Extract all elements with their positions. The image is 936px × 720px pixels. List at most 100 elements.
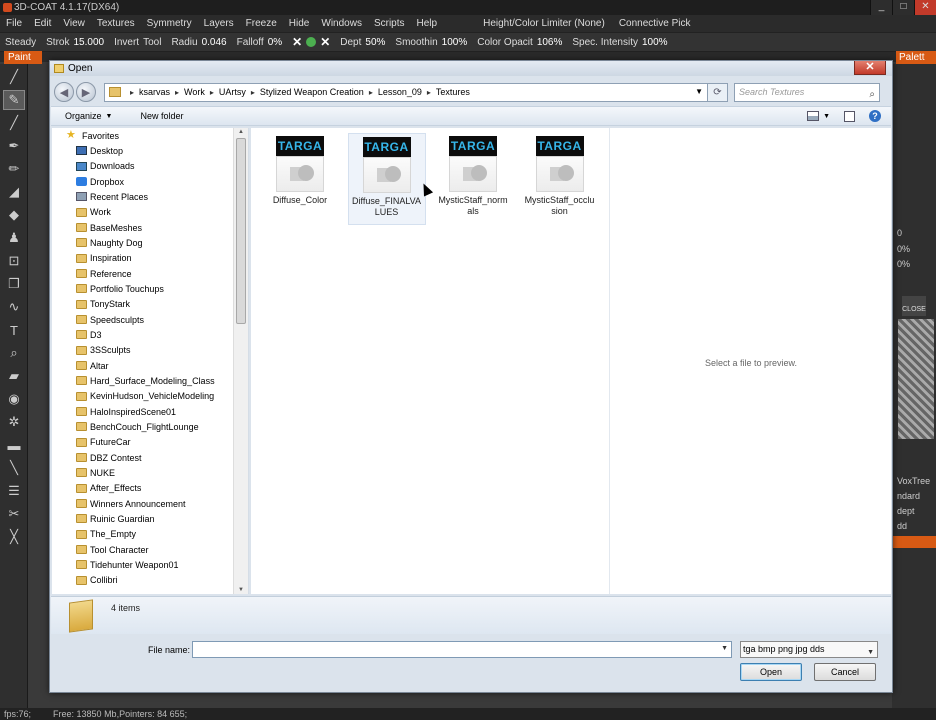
- organize-button[interactable]: Organize ▼: [51, 111, 126, 121]
- smoothing-field[interactable]: Smoothin 100%: [395, 37, 467, 48]
- breadcrumb-work[interactable]: Work: [184, 87, 205, 97]
- radius-field[interactable]: Radiu 0.046: [171, 37, 226, 48]
- depth-dropdown[interactable]: dept: [897, 506, 915, 516]
- menu-layers[interactable]: Layers: [198, 18, 240, 29]
- picker-icon[interactable]: ⌕: [3, 343, 25, 363]
- breadcrumb-lesson-09[interactable]: Lesson_09: [378, 87, 422, 97]
- help-icon[interactable]: ?: [869, 110, 881, 122]
- menu-help[interactable]: Help: [411, 18, 444, 29]
- needle-icon[interactable]: ╲: [3, 458, 25, 478]
- stack-icon[interactable]: ☰: [3, 481, 25, 501]
- back-button[interactable]: ◀: [54, 82, 74, 102]
- cross-icon[interactable]: ✕: [320, 35, 330, 49]
- refresh-button[interactable]: ⟳: [708, 82, 728, 102]
- nav-item-tool-character[interactable]: Tool Character: [52, 542, 248, 557]
- menu-hide[interactable]: Hide: [283, 18, 316, 29]
- address-bar[interactable]: ▸ ksarvas ▸ Work ▸ UArtsy ▸ Stylized Wea…: [104, 82, 708, 102]
- chevron-down-icon[interactable]: ▼: [721, 645, 728, 652]
- add-dropdown[interactable]: dd: [897, 521, 907, 531]
- nav-item-3ssculpts[interactable]: 3SSculpts: [52, 343, 248, 358]
- nav-item-basemeshes[interactable]: BaseMeshes: [52, 220, 248, 235]
- curve-icon[interactable]: ∿: [3, 297, 25, 317]
- nav-item-work[interactable]: Work: [52, 205, 248, 220]
- palette-tab[interactable]: Palett: [896, 51, 936, 64]
- nav-item-speedsculpts[interactable]: Speedsculpts: [52, 312, 248, 327]
- file-item[interactable]: TARGA MysticStaff_occlusion: [521, 133, 599, 225]
- menu-edit[interactable]: Edit: [28, 18, 57, 29]
- ruler-icon[interactable]: ╳: [3, 527, 25, 547]
- color-opacity-field[interactable]: Color Opacit 106%: [477, 37, 562, 48]
- change-view-button[interactable]: ▼: [807, 111, 830, 121]
- menu-file[interactable]: File: [0, 18, 28, 29]
- brush-tool-icon[interactable]: ╱: [3, 67, 25, 87]
- spec-intensity-field[interactable]: Spec. Intensity 100%: [572, 37, 667, 48]
- eye-icon[interactable]: ◉: [3, 389, 25, 409]
- smudge-icon[interactable]: ◢: [3, 182, 25, 202]
- stroke-field[interactable]: Strok 15.000: [46, 37, 104, 48]
- minimize-button[interactable]: _: [870, 0, 892, 15]
- breadcrumb-stylized-weapon-creation[interactable]: Stylized Weapon Creation: [260, 87, 364, 97]
- file-type-select[interactable]: tga bmp png jpg dds ▼: [740, 641, 878, 658]
- nav-item-ruinic-guardian[interactable]: Ruinic Guardian: [52, 511, 248, 526]
- pen-tool-icon[interactable]: ╱: [3, 113, 25, 133]
- cancel-button[interactable]: Cancel: [814, 663, 876, 681]
- voxtree-label[interactable]: VoxTree: [897, 476, 930, 486]
- transform-icon[interactable]: ⊡: [3, 251, 25, 271]
- connective-pick-dropdown[interactable]: Connective Pick: [619, 18, 691, 29]
- file-item[interactable]: TARGA Diffuse_Color: [261, 133, 339, 225]
- steady-toggle[interactable]: Steady: [5, 37, 36, 48]
- nav-item-portfolio-touchups[interactable]: Portfolio Touchups: [52, 281, 248, 296]
- nav-item-after-effects[interactable]: After_Effects: [52, 481, 248, 496]
- nav-item-naughty-dog[interactable]: Naughty Dog: [52, 235, 248, 250]
- menu-symmetry[interactable]: Symmetry: [141, 18, 198, 29]
- falloff-field[interactable]: Falloff 0%: [237, 37, 283, 48]
- close-app-button[interactable]: ✕: [914, 0, 936, 15]
- menu-freeze[interactable]: Freeze: [240, 18, 283, 29]
- nav-item-collibri[interactable]: Collibri: [52, 573, 248, 588]
- eraser-icon[interactable]: ▰: [3, 366, 25, 386]
- copy-icon[interactable]: ❐: [3, 274, 25, 294]
- search-input[interactable]: Search Textures ⌕: [734, 82, 880, 103]
- stamp-icon[interactable]: ♟: [3, 228, 25, 248]
- pencil-icon[interactable]: ✏: [3, 159, 25, 179]
- breadcrumb-ksarvas[interactable]: ksarvas: [139, 87, 170, 97]
- nav-item-downloads[interactable]: Downloads: [52, 159, 248, 174]
- preview-pane-toggle-icon[interactable]: [844, 110, 855, 122]
- nav-item-benchcouch-flightlounge[interactable]: BenchCouch_FlightLounge: [52, 419, 248, 434]
- search-icon[interactable]: ⌕: [869, 86, 875, 103]
- height-color-limiter-dropdown[interactable]: Height/Color Limiter (None): [483, 18, 605, 29]
- navigation-scrollbar[interactable]: ▲ ▼: [233, 128, 248, 594]
- chevron-down-icon[interactable]: ▼: [695, 87, 703, 96]
- maximize-button[interactable]: □: [892, 0, 914, 15]
- nav-item-futurecar[interactable]: FutureCar: [52, 435, 248, 450]
- file-item[interactable]: TARGA Diffuse_FINALVALUES: [347, 133, 426, 225]
- favorites-header[interactable]: ★ Favorites: [52, 128, 248, 143]
- nav-item-the-empty[interactable]: The_Empty: [52, 527, 248, 542]
- nav-item-d3[interactable]: D3: [52, 327, 248, 342]
- file-name-input[interactable]: ▼: [192, 641, 732, 658]
- nav-item-hard-surface-modeling-class[interactable]: Hard_Surface_Modeling_Class: [52, 373, 248, 388]
- nav-item-tidehunter-weapon01[interactable]: Tidehunter Weapon01: [52, 557, 248, 572]
- nav-item-desktop[interactable]: Desktop: [52, 143, 248, 158]
- fill-bucket-icon[interactable]: ◆: [3, 205, 25, 225]
- material-thumbnails[interactable]: [898, 319, 934, 439]
- paint-brush-icon[interactable]: ✎: [3, 90, 25, 110]
- depth-field[interactable]: Dept 50%: [340, 37, 385, 48]
- invert-tool-toggle[interactable]: Invert Tool: [114, 37, 161, 48]
- new-folder-button[interactable]: New folder: [126, 111, 197, 121]
- panel-close-button[interactable]: CLOSE: [902, 296, 926, 316]
- file-item[interactable]: TARGA MysticStaff_normals: [434, 133, 512, 225]
- nav-item-kevinhudson-vehiclemodeling[interactable]: KevinHudson_VehicleModeling: [52, 389, 248, 404]
- nav-item-dropbox[interactable]: Dropbox: [52, 174, 248, 189]
- nav-item-inspiration[interactable]: Inspiration: [52, 251, 248, 266]
- nav-item-reference[interactable]: Reference: [52, 266, 248, 281]
- green-dot-icon[interactable]: [306, 37, 317, 47]
- menu-windows[interactable]: Windows: [315, 18, 368, 29]
- text-tool-icon[interactable]: T: [3, 320, 25, 340]
- cross-icon[interactable]: ✕: [292, 35, 302, 49]
- gear-icon[interactable]: ✲: [3, 412, 25, 432]
- menu-scripts[interactable]: Scripts: [368, 18, 411, 29]
- standard-dropdown[interactable]: ndard: [897, 491, 920, 501]
- airbrush-icon[interactable]: ✒: [3, 136, 25, 156]
- butterfly-icon[interactable]: ✂: [3, 504, 25, 524]
